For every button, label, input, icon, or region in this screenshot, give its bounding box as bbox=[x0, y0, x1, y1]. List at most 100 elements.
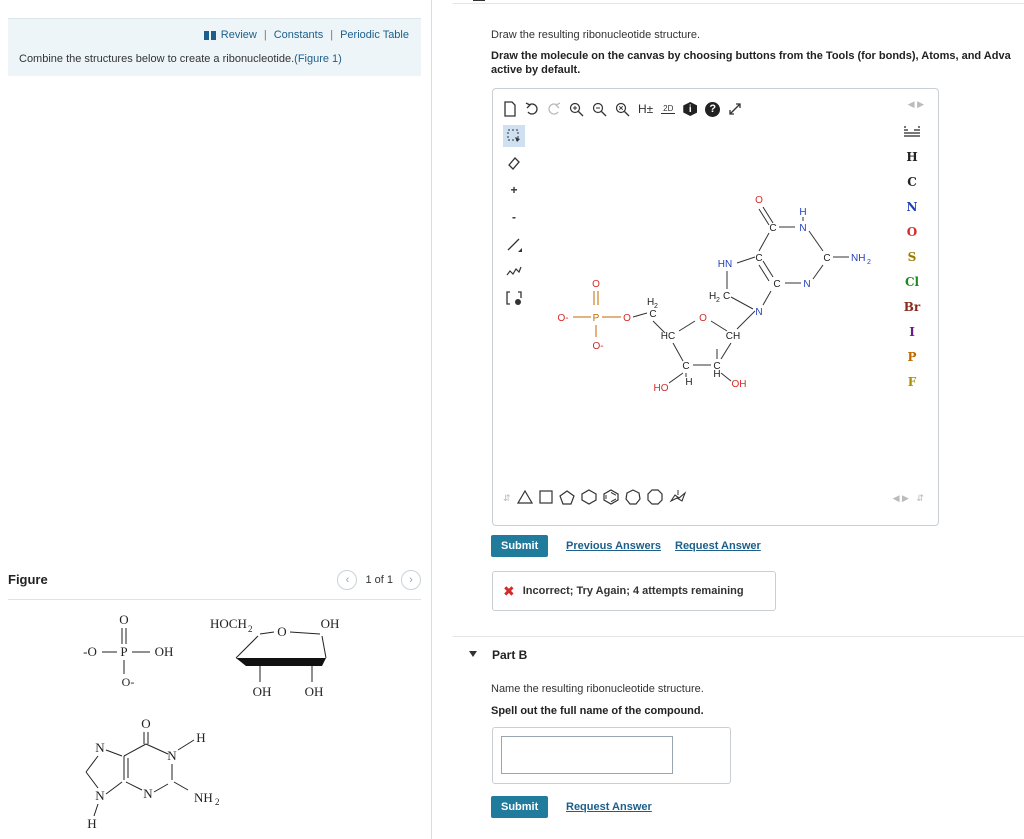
fullscreen-icon[interactable] bbox=[728, 100, 742, 118]
zoom-out-icon[interactable] bbox=[592, 100, 607, 118]
figure-header: Figure ‹ 1 of 1 › bbox=[8, 570, 421, 600]
pentagon-ring-icon[interactable] bbox=[558, 489, 575, 508]
canvas-oh: OH bbox=[732, 379, 747, 390]
canvas-c-bot: C bbox=[773, 279, 780, 290]
hexagon-ring-icon[interactable] bbox=[580, 489, 597, 508]
canvas-p: P bbox=[593, 313, 600, 324]
help-glyph: ? bbox=[705, 101, 721, 117]
base-n3: N bbox=[143, 786, 153, 801]
minus-charge-icon[interactable]: - bbox=[503, 206, 525, 228]
square-ring-icon[interactable] bbox=[538, 490, 553, 507]
new-document-icon[interactable] bbox=[503, 100, 517, 118]
figure-link[interactable]: (Figure 1) bbox=[294, 53, 342, 65]
molecule-editor[interactable]: H± 2D i ? ◀ ▶ + - H C N O S Cl Br I P F … bbox=[492, 88, 939, 526]
atom-n-button[interactable]: N bbox=[907, 194, 918, 219]
part-b-title: Part B bbox=[492, 648, 528, 662]
feedback-box: ✖ Incorrect; Try Again; 4 attempts remai… bbox=[492, 571, 776, 611]
canvas-hn: HN bbox=[718, 259, 732, 270]
canvas-c-right: C bbox=[823, 253, 830, 264]
drawing-canvas[interactable]: O O- P O H 2 C O- HC O CH C C H H HO OH … bbox=[533, 119, 893, 479]
right-panel: Draw the resulting ribonucleotide struct… bbox=[433, 0, 1024, 839]
part-a-question: Draw the resulting ribonucleotide struct… bbox=[491, 29, 701, 41]
benzene-ring-icon[interactable] bbox=[602, 489, 619, 508]
zoom-reset-icon[interactable] bbox=[615, 100, 630, 118]
canvas-n-top: N bbox=[799, 223, 806, 234]
base-h-right: H bbox=[196, 730, 205, 745]
ribose-oh-left: OH bbox=[253, 684, 272, 699]
phosphate-o-left: -O bbox=[83, 644, 97, 659]
nav-separator: | bbox=[330, 29, 334, 41]
part-b-answer-box bbox=[492, 727, 731, 784]
phosphate-oh: OH bbox=[155, 644, 174, 659]
base-structure: O N H NH 2 N N N H bbox=[85, 716, 220, 831]
part-b-request-answer-link[interactable]: Request Answer bbox=[566, 801, 652, 813]
compound-name-input[interactable] bbox=[501, 736, 673, 774]
part-a-request-answer-link[interactable]: Request Answer bbox=[675, 540, 761, 552]
chain-icon[interactable] bbox=[503, 260, 525, 282]
triangle-ring-icon[interactable] bbox=[516, 489, 533, 507]
review-link[interactable]: Review bbox=[221, 29, 257, 41]
cyclohexane-chair-icon[interactable] bbox=[668, 489, 687, 508]
canvas-c-chain: C bbox=[649, 309, 656, 320]
constants-link[interactable]: Constants bbox=[274, 29, 324, 41]
atom-p-button[interactable]: P bbox=[907, 344, 916, 369]
atom-i-button[interactable]: I bbox=[909, 319, 915, 344]
atom-c-button[interactable]: C bbox=[907, 169, 917, 194]
nav-separator: | bbox=[263, 29, 267, 41]
canvas-hc: HC bbox=[661, 331, 675, 342]
octagon-ring-icon[interactable] bbox=[646, 489, 663, 508]
ribose-hoch: HOCH bbox=[210, 616, 247, 631]
periodic-table-icon[interactable] bbox=[904, 119, 920, 144]
phosphate-o-top: O bbox=[119, 612, 128, 627]
intro-text-body: Combine the structures below to create a… bbox=[19, 53, 295, 65]
canvas-nav-controls-icon[interactable]: ◀ ▶ ⇵ bbox=[893, 493, 924, 504]
hydrogen-toggle-button[interactable]: H± bbox=[638, 100, 653, 118]
canvas-o-carbonyl: O bbox=[755, 195, 763, 206]
atom-o-button[interactable]: O bbox=[907, 219, 917, 244]
zoom-in-icon[interactable] bbox=[569, 100, 584, 118]
clean-2d-icon[interactable]: 2D bbox=[661, 100, 676, 118]
eraser-icon[interactable] bbox=[503, 152, 525, 174]
atom-f-button[interactable]: F bbox=[908, 369, 917, 394]
canvas-o-bottom: O- bbox=[592, 341, 603, 352]
part-b-instructions: Spell out the full name of the compound. bbox=[491, 705, 704, 717]
info-icon[interactable]: i bbox=[683, 100, 698, 118]
canvas-h-c2: H bbox=[713, 369, 720, 380]
ring-scroll-icon[interactable]: ⇵ bbox=[503, 493, 511, 504]
intro-text: Combine the structures below to create a… bbox=[19, 53, 342, 65]
next-figure-button[interactable]: › bbox=[401, 570, 421, 590]
part-b-submit-button[interactable]: Submit bbox=[491, 796, 549, 818]
figure-pager: ‹ 1 of 1 › bbox=[337, 570, 421, 590]
base-h-bottom: H bbox=[87, 816, 96, 831]
part-b-question: Name the resulting ribonucleotide struct… bbox=[491, 683, 704, 695]
atom-br-button[interactable]: Br bbox=[904, 294, 920, 319]
single-bond-icon[interactable] bbox=[503, 233, 525, 255]
periodic-table-link[interactable]: Periodic Table bbox=[340, 29, 409, 41]
undo-icon[interactable] bbox=[525, 100, 539, 118]
atom-s-button[interactable]: S bbox=[908, 244, 917, 269]
previous-answers-link[interactable]: Previous Answers bbox=[566, 540, 661, 552]
prev-figure-button[interactable]: ‹ bbox=[337, 570, 358, 590]
feedback-text: Incorrect; Try Again; 4 attempts remaini… bbox=[522, 585, 744, 597]
part-b-header[interactable]: Part B bbox=[453, 636, 1024, 670]
part-a-instructions: Draw the molecule on the canvas by choos… bbox=[491, 50, 1011, 62]
template-icon[interactable] bbox=[503, 287, 525, 309]
atom-panel: H C N O S Cl Br I P F bbox=[900, 119, 924, 394]
ribose-hoch-subscript: 2 bbox=[248, 624, 253, 634]
atom-h-button[interactable]: H bbox=[906, 144, 917, 169]
part-a-submit-button[interactable]: Submit bbox=[491, 535, 549, 557]
heptagon-ring-icon[interactable] bbox=[624, 489, 641, 508]
atom-panel-scroll-icon[interactable]: ◀ ▶ bbox=[908, 99, 924, 110]
book-icon bbox=[203, 30, 216, 40]
canvas-o-top: O bbox=[592, 279, 600, 290]
base-n4: N bbox=[95, 788, 105, 803]
help-icon[interactable]: ? bbox=[705, 100, 721, 118]
collapse-triangle-icon[interactable] bbox=[469, 651, 477, 657]
base-nh-subscript: 2 bbox=[215, 797, 220, 807]
select-tool-icon[interactable] bbox=[503, 125, 525, 147]
plus-charge-icon[interactable]: + bbox=[503, 179, 525, 201]
atom-cl-button[interactable]: Cl bbox=[905, 269, 919, 294]
canvas-c-mid: C bbox=[755, 253, 762, 264]
redo-icon[interactable] bbox=[547, 100, 561, 118]
part-a-title-fragment bbox=[473, 0, 485, 1]
